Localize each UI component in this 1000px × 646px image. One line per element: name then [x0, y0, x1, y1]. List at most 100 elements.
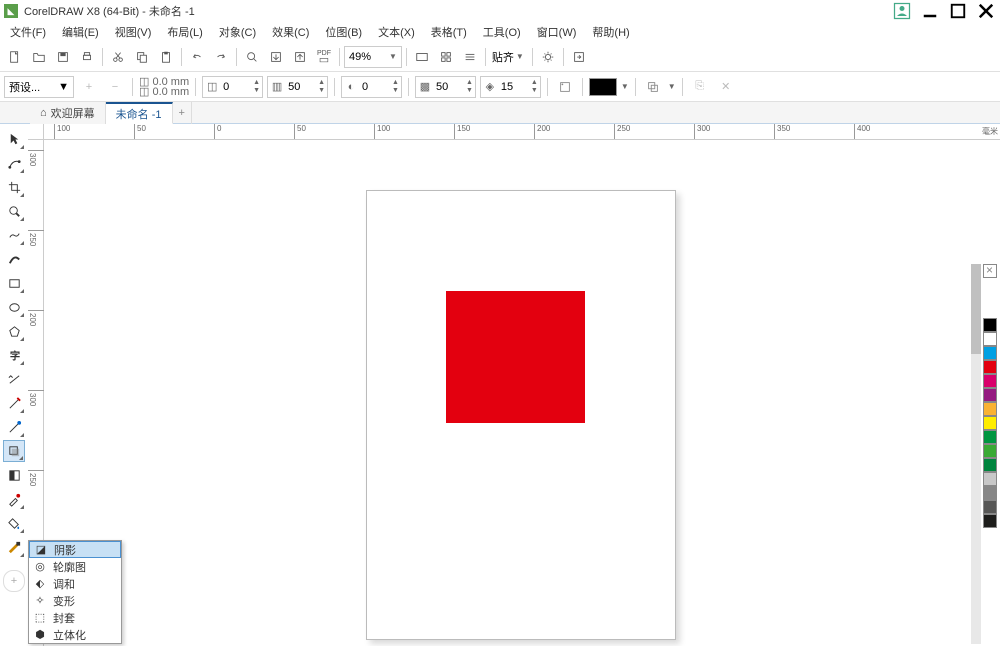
horizontal-ruler[interactable]: 毫米 10050050100150200250300350400 [44, 124, 1000, 140]
paste-button[interactable] [155, 46, 177, 68]
flyout-envelope[interactable]: ⬚封套 [29, 609, 121, 626]
close-button[interactable] [976, 3, 996, 19]
zoom-dropdown[interactable]: ▼ [344, 46, 402, 68]
palette-swatch[interactable] [983, 458, 997, 472]
palette-swatch[interactable] [983, 388, 997, 402]
tool-polygon[interactable] [3, 320, 25, 342]
tool-transparency[interactable] [3, 464, 25, 486]
grid-button[interactable] [435, 46, 457, 68]
tool-connector[interactable] [3, 416, 25, 438]
options-button[interactable] [537, 46, 559, 68]
pdf-button[interactable]: PDF▭ [313, 46, 335, 68]
flyout-distort[interactable]: ✧变形 [29, 592, 121, 609]
prop-transparency[interactable]: ▩▲▼ [415, 76, 476, 98]
redo-button[interactable] [210, 46, 232, 68]
menu-file[interactable]: 文件(F) [4, 22, 52, 42]
palette-swatch[interactable] [983, 444, 997, 458]
direction-button[interactable] [554, 76, 576, 98]
menu-object[interactable]: 对象(C) [213, 22, 262, 42]
palette-swatch[interactable] [983, 374, 997, 388]
minimize-button[interactable] [920, 3, 940, 19]
undo-button[interactable] [186, 46, 208, 68]
tool-eyedropper[interactable] [3, 488, 25, 510]
menu-help[interactable]: 帮助(H) [586, 22, 635, 42]
shadow-color-swatch[interactable] [589, 78, 617, 96]
menu-effects[interactable]: 效果(C) [266, 22, 315, 42]
merge-mode-button[interactable] [642, 76, 664, 98]
vertical-scrollbar[interactable] [971, 264, 981, 644]
red-rectangle-object[interactable] [446, 291, 585, 423]
palette-swatch[interactable] [983, 402, 997, 416]
export-button[interactable] [289, 46, 311, 68]
palette-swatch[interactable] [983, 430, 997, 444]
canvas[interactable] [44, 140, 1000, 646]
print-button[interactable] [76, 46, 98, 68]
user-icon[interactable] [892, 3, 912, 19]
tool-rectangle[interactable] [3, 272, 25, 294]
prop-opacity[interactable]: ▥▲▼ [267, 76, 328, 98]
menu-layout[interactable]: 布局(L) [161, 22, 208, 42]
prop-angle[interactable]: ◫▲▼ [202, 76, 263, 98]
menu-table[interactable]: 表格(T) [425, 22, 473, 42]
prop-blend[interactable]: ◈▲▼ [480, 76, 541, 98]
tool-ellipse[interactable] [3, 296, 25, 318]
guides-button[interactable] [459, 46, 481, 68]
search-button[interactable] [241, 46, 263, 68]
tool-text[interactable]: 字 [3, 344, 25, 366]
palette-swatch[interactable] [983, 486, 997, 500]
palette-swatch[interactable] [983, 472, 997, 486]
palette-swatch[interactable] [983, 360, 997, 374]
flyout-shadow[interactable]: ◪阴影 [29, 541, 121, 558]
menu-text[interactable]: 文本(X) [372, 22, 421, 42]
snap-dropdown[interactable]: 贴齐▼ [490, 46, 528, 68]
new-button[interactable] [4, 46, 26, 68]
palette-none[interactable] [983, 264, 997, 278]
tool-fill[interactable] [3, 512, 25, 534]
tool-shape[interactable] [3, 152, 25, 174]
palette-swatch[interactable] [983, 514, 997, 528]
tool-crop[interactable] [3, 176, 25, 198]
tool-freehand[interactable] [3, 224, 25, 246]
tool-artistic[interactable] [3, 248, 25, 270]
menu-bitmap[interactable]: 位图(B) [319, 22, 368, 42]
remove-preset-button[interactable]: − [104, 76, 126, 98]
flyout-contour[interactable]: ◎轮廓图 [29, 558, 121, 575]
cut-button[interactable] [107, 46, 129, 68]
palette-swatch[interactable] [983, 332, 997, 346]
launch-button[interactable] [568, 46, 590, 68]
tool-dimension[interactable] [3, 392, 25, 414]
menu-tools[interactable]: 工具(O) [477, 22, 527, 42]
maximize-button[interactable] [948, 3, 968, 19]
palette-swatch[interactable] [983, 416, 997, 430]
scrollbar-thumb[interactable] [971, 264, 981, 354]
tab-add[interactable]: + [173, 102, 192, 124]
copy-button[interactable] [131, 46, 153, 68]
ruler-origin[interactable] [28, 124, 44, 140]
tab-document[interactable]: 未命名 -1 [106, 102, 173, 124]
preset-dropdown[interactable]: 预设...▼ [4, 76, 74, 98]
tool-dropshadow[interactable] [3, 440, 25, 462]
copy-props-button[interactable]: ⎘ [689, 76, 711, 98]
zoom-input[interactable] [347, 48, 387, 66]
menu-edit[interactable]: 编辑(E) [56, 22, 105, 42]
palette-swatch[interactable] [983, 318, 997, 332]
open-button[interactable] [28, 46, 50, 68]
tool-table[interactable] [3, 368, 25, 390]
prop-feather[interactable]: ◐▲▼ [341, 76, 402, 98]
save-button[interactable] [52, 46, 74, 68]
fullscreen-button[interactable] [411, 46, 433, 68]
flyout-extrude[interactable]: ⬢立体化 [29, 626, 121, 643]
tool-add[interactable]: + [3, 570, 25, 592]
tool-outline[interactable] [3, 536, 25, 558]
palette-swatch[interactable] [983, 346, 997, 360]
import-button[interactable] [265, 46, 287, 68]
add-preset-button[interactable]: + [78, 76, 100, 98]
tool-zoom[interactable] [3, 200, 25, 222]
tool-pick[interactable] [3, 128, 25, 150]
palette-swatch[interactable] [983, 500, 997, 514]
flyout-blend[interactable]: ⬖调和 [29, 575, 121, 592]
clear-button[interactable]: ✕ [715, 76, 737, 98]
tab-welcome[interactable]: ⌂欢迎屏幕 [30, 102, 106, 124]
menu-window[interactable]: 窗口(W) [531, 22, 583, 42]
menu-view[interactable]: 视图(V) [109, 22, 158, 42]
